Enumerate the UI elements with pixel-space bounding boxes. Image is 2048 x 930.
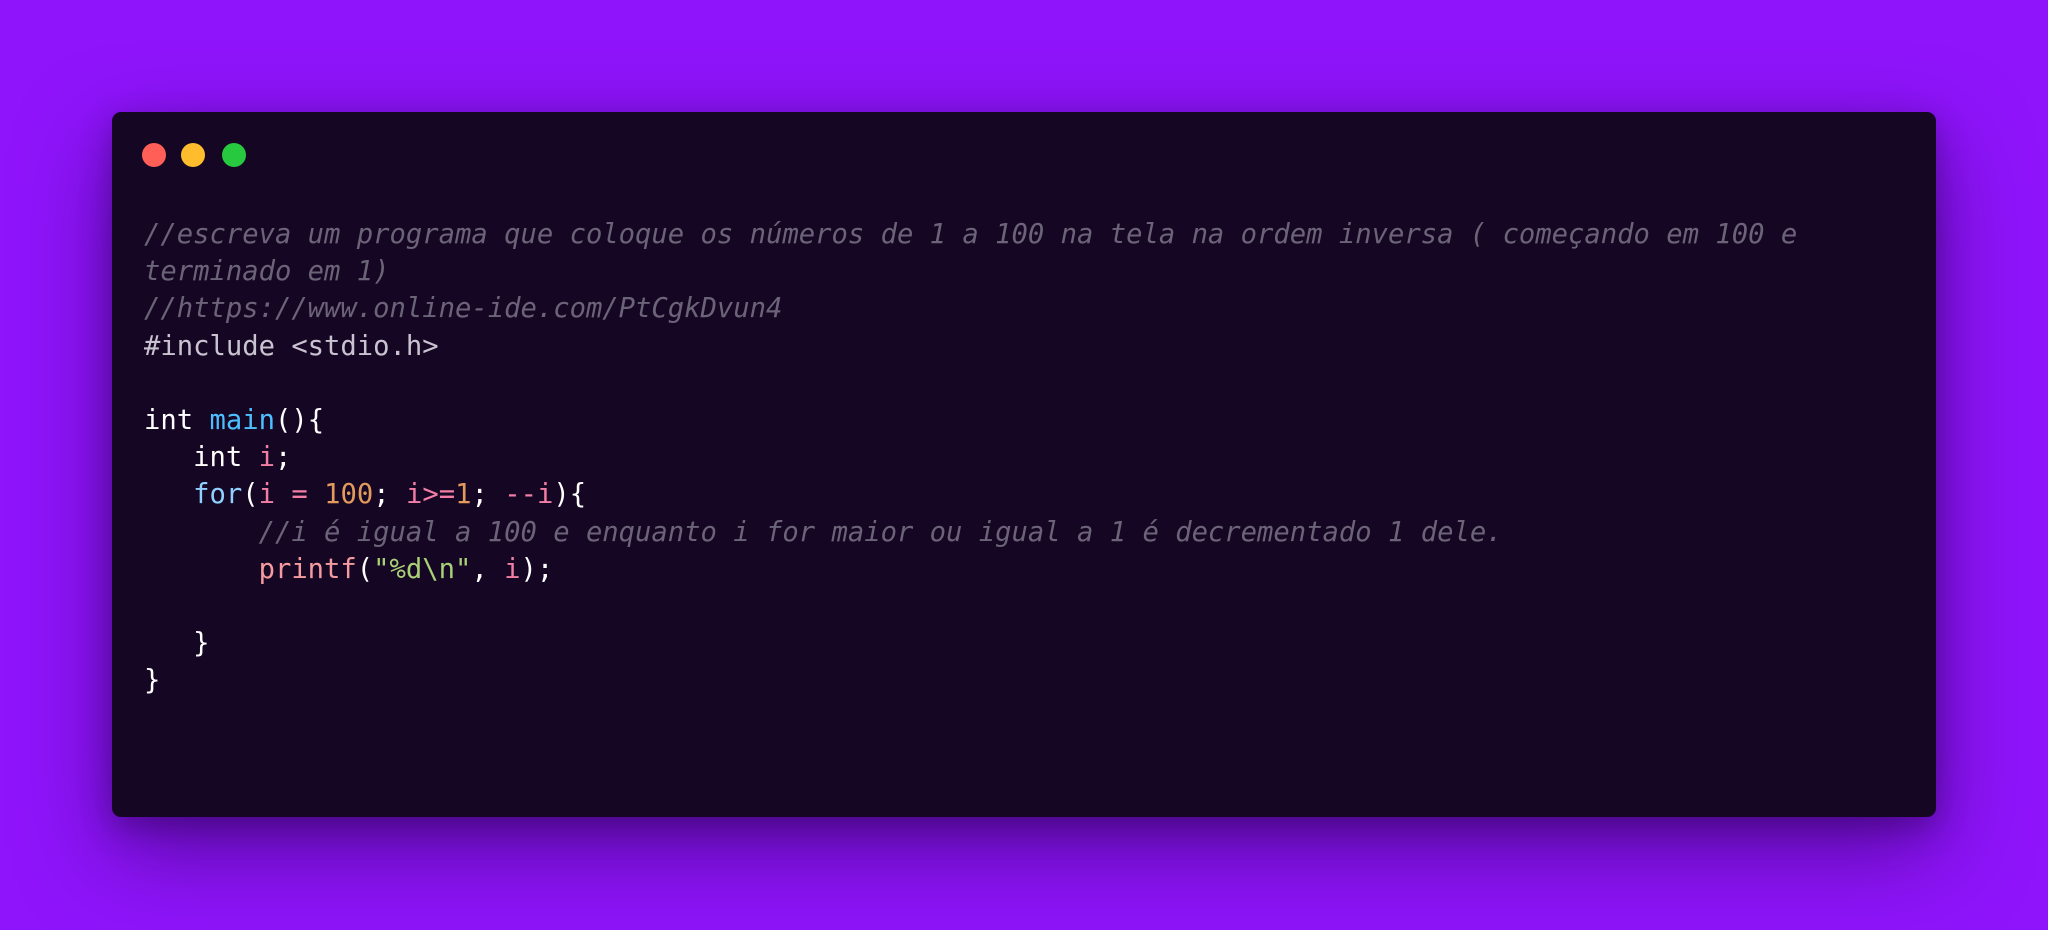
token-function-name: main <box>209 405 275 436</box>
code-close-main-line: } <box>144 662 1884 699</box>
code-printf-line: printf("%d\n", i); <box>144 551 1884 588</box>
token-string: "%d\n" <box>373 553 472 585</box>
code-comment-url-line: //https://www.online-ide.com/PtCgkDvun4 <box>144 293 783 325</box>
token-punctuation: ( <box>242 479 259 511</box>
token-operator: >= <box>422 479 456 511</box>
code-comment-line: //escreva um programa que coloque os núm… <box>144 219 1814 288</box>
token-keyword: for <box>193 479 243 511</box>
token-punctuation: ; <box>274 442 292 474</box>
code-for-line: for(i = 100; i>=1; --i){ <box>144 476 1884 513</box>
token-punctuation: ); <box>520 553 554 585</box>
code-include-line: #include <stdio.h> <box>144 330 439 362</box>
token-variable: i <box>405 479 423 511</box>
token-operator: = <box>291 479 308 511</box>
token-punctuation: , <box>471 553 488 585</box>
close-window-button[interactable] <box>142 143 166 167</box>
token-variable: i <box>536 479 554 511</box>
token-punctuation: (){ <box>274 405 325 436</box>
code-main-line: int main(){ <box>144 402 1884 439</box>
minimize-window-button[interactable] <box>181 143 205 167</box>
token-keyword: int <box>144 405 194 436</box>
code-comment-inner-line: //i é igual a 100 e enquanto i for maior… <box>144 514 1884 551</box>
token-number: 1 <box>455 479 472 511</box>
token-punctuation: ; <box>471 479 488 511</box>
code-editor[interactable]: //escreva um programa que coloque os núm… <box>144 216 1884 700</box>
maximize-window-button[interactable] <box>222 143 246 167</box>
token-number: 100 <box>324 479 374 511</box>
token-variable: i <box>258 479 275 511</box>
token-punctuation: ( <box>356 553 374 585</box>
token-punctuation: } <box>193 628 210 660</box>
token-punctuation: } <box>144 665 161 697</box>
token-punctuation: ){ <box>553 479 587 511</box>
code-close-for-line: } <box>144 625 1884 662</box>
code-decl-line: int i; <box>144 439 1884 476</box>
token-comment: //i é igual a 100 e enquanto i for maior… <box>258 516 1503 548</box>
token-operator: -- <box>504 479 537 511</box>
token-function-call: printf <box>258 553 357 585</box>
token-punctuation: ; <box>373 479 390 511</box>
token-keyword: int <box>193 442 243 474</box>
token-variable: i <box>504 553 521 585</box>
token-variable: i <box>258 442 275 474</box>
